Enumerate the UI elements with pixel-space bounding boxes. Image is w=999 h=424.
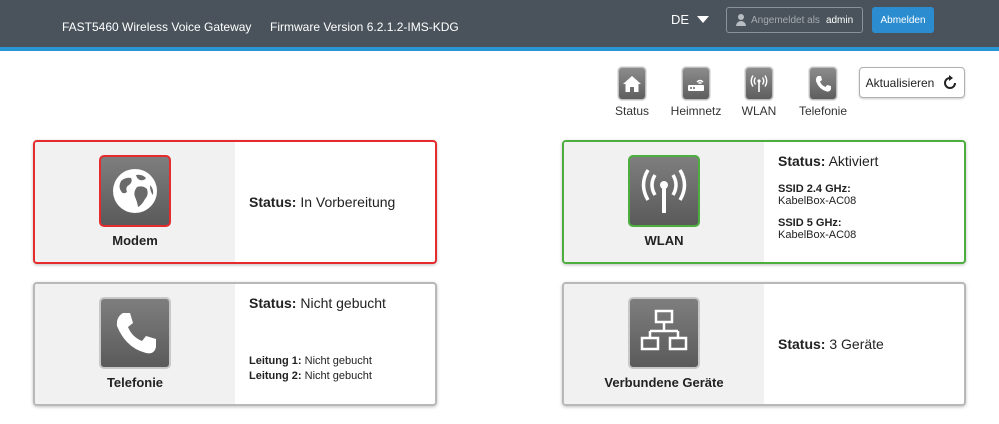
nav-heimnetz[interactable]: Heimnetz <box>668 67 724 118</box>
login-user: admin <box>825 14 854 26</box>
modem-card-icon-area: Modem <box>35 142 235 262</box>
nav-wlan[interactable]: WLAN <box>731 67 787 118</box>
nav-heimnetz-label: Heimnetz <box>670 104 722 118</box>
nav-telefonie[interactable]: Telefonie <box>795 67 851 118</box>
telefonie-card-info: Status: Nicht gebucht Leitung 1: Nicht g… <box>235 284 435 404</box>
refresh-button[interactable]: Aktualisieren <box>859 67 965 98</box>
devices-status-key: Status: <box>778 336 826 352</box>
wlan-card-info: Status: Aktiviert SSID 2.4 GHz: KabelBox… <box>764 142 964 262</box>
wlan-ssid24-value: KabelBox-AC08 <box>778 195 857 207</box>
router-icon <box>682 67 710 100</box>
telefonie-status-key: Status: <box>249 295 297 311</box>
wlan-ssid5-value: KabelBox-AC08 <box>778 229 857 241</box>
devices-label: Verbundene Geräte <box>604 375 724 390</box>
header-accent-stripe <box>0 47 999 51</box>
globe-icon <box>99 155 171 227</box>
language-selector[interactable]: DE <box>671 12 710 27</box>
firmware-version: Firmware Version 6.2.1.2-IMS-KDG <box>270 20 459 34</box>
wifi-antenna-icon <box>628 155 700 227</box>
modem-status-value: In Vorbereitung <box>300 194 396 210</box>
wlan-card-icon-area: WLAN <box>564 142 764 262</box>
top-bar: FAST5460 Wireless Voice Gateway Firmware… <box>0 0 999 47</box>
modem-card-info: Status: In Vorbereitung <box>235 142 435 262</box>
wlan-ssid24-key: SSID 2.4 GHz: <box>778 183 851 195</box>
user-icon <box>735 14 747 26</box>
wlan-card[interactable]: WLAN Status: Aktiviert SSID 2.4 GHz: Kab… <box>562 140 966 264</box>
language-label: DE <box>671 12 690 27</box>
telefonie-label: Telefonie <box>106 375 164 390</box>
devices-card-icon-area: Verbundene Geräte <box>564 284 764 404</box>
wlan-status: Status: Aktiviert <box>778 153 964 169</box>
modem-label: Modem <box>112 233 158 248</box>
nav-wlan-label: WLAN <box>741 104 777 118</box>
network-icon <box>628 297 700 369</box>
phone-icon <box>99 297 171 369</box>
telefonie-status: Status: Nicht gebucht <box>249 295 435 311</box>
product-name: FAST5460 Wireless Voice Gateway <box>62 20 252 34</box>
wlan-ssid5-key: SSID 5 GHz: <box>778 217 842 229</box>
nav-status[interactable]: Status <box>604 67 660 118</box>
modem-status-key: Status: <box>249 194 297 210</box>
devices-card[interactable]: Verbundene Geräte Status: 3 Geräte <box>562 282 966 406</box>
telefonie-card-icon-area: Telefonie <box>35 284 235 404</box>
telefonie-line1: Leitung 1: Nicht gebucht <box>249 355 372 367</box>
caret-down-icon <box>697 16 710 23</box>
devices-card-info: Status: 3 Geräte <box>764 284 964 404</box>
wlan-status-key: Status: <box>778 153 826 169</box>
telefonie-line2: Leitung 2: Nicht gebucht <box>249 370 372 382</box>
modem-status: Status: In Vorbereitung <box>249 194 435 210</box>
wlan-label: WLAN <box>644 233 684 248</box>
wlan-status-value: Aktiviert <box>828 153 879 169</box>
login-prefix: Angemeldet als <box>751 14 820 26</box>
telefonie-card[interactable]: Telefonie Status: Nicht gebucht Leitung … <box>33 282 437 406</box>
devices-status: Status: 3 Geräte <box>778 336 964 352</box>
modem-card[interactable]: Modem Status: In Vorbereitung <box>33 140 437 264</box>
login-status: Angemeldet als admin <box>726 7 863 33</box>
nav-telefonie-label: Telefonie <box>798 104 848 118</box>
telefonie-status-value: Nicht gebucht <box>300 295 386 311</box>
devices-status-value: 3 Geräte <box>829 336 884 352</box>
wifi-antenna-icon <box>745 67 773 100</box>
nav-status-label: Status <box>614 104 650 118</box>
refresh-icon <box>944 74 957 89</box>
home-icon <box>618 67 646 100</box>
refresh-label: Aktualisieren <box>865 75 935 90</box>
phone-icon <box>809 67 837 100</box>
logout-button[interactable]: Abmelden <box>872 7 934 33</box>
